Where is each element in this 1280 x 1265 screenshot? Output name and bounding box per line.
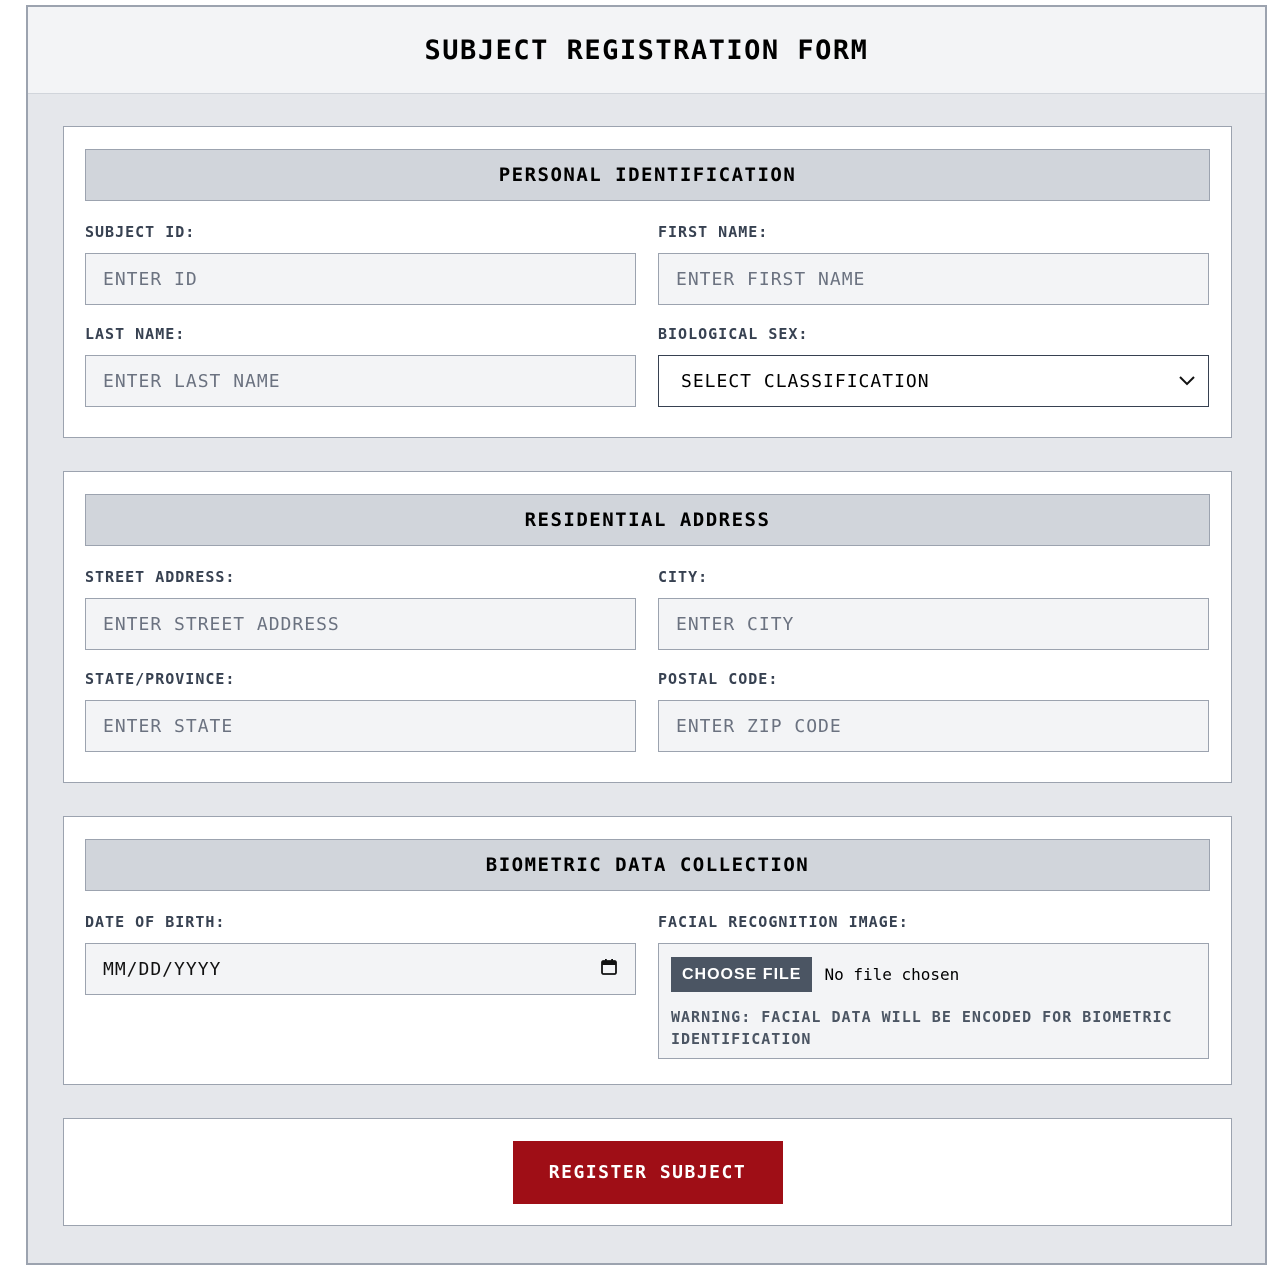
chevron-down-icon	[1178, 371, 1196, 392]
postal-code-field: POSTAL CODE: ENTER ZIP CODE	[658, 670, 1209, 752]
postal-code-input[interactable]: ENTER ZIP CODE	[658, 700, 1209, 752]
section-title: BIOMETRIC DATA COLLECTION	[85, 839, 1210, 891]
submit-section: REGISTER SUBJECT	[63, 1118, 1232, 1226]
section-residential-address: RESIDENTIAL ADDRESS STREET ADDRESS: ENTE…	[63, 471, 1232, 783]
form-header: SUBJECT REGISTRATION FORM	[28, 7, 1265, 94]
field-label: SUBJECT ID:	[85, 223, 196, 241]
section-personal-identification: PERSONAL IDENTIFICATION SUBJECT ID: ENTE…	[63, 126, 1232, 438]
date-of-birth-field: DATE OF BIRTH: MM/DD/YYYY	[85, 913, 636, 1059]
date-placeholder: MM/DD/YYYY	[103, 958, 222, 980]
street-address-field: STREET ADDRESS: ENTER STREET ADDRESS	[85, 568, 636, 650]
field-label: DATE OF BIRTH:	[85, 913, 226, 931]
field-label: BIOLOGICAL SEX:	[658, 325, 809, 343]
facial-image-upload: CHOOSE FILE No file chosen WARNING: FACI…	[658, 943, 1209, 1059]
facial-image-field: FACIAL RECOGNITION IMAGE: CHOOSE FILE No…	[658, 913, 1209, 1059]
registration-form-container: SUBJECT REGISTRATION FORM PERSONAL IDENT…	[26, 5, 1267, 1265]
city-input[interactable]: ENTER CITY	[658, 598, 1209, 650]
last-name-field: LAST NAME: ENTER LAST NAME	[85, 325, 636, 407]
page-title: SUBJECT REGISTRATION FORM	[424, 34, 869, 66]
section-title: PERSONAL IDENTIFICATION	[85, 149, 1210, 201]
field-label: FACIAL RECOGNITION IMAGE:	[658, 913, 909, 931]
last-name-input[interactable]: ENTER LAST NAME	[85, 355, 636, 407]
field-label: CITY:	[658, 568, 709, 586]
biological-sex-select[interactable]: SELECT CLASSIFICATION	[658, 355, 1209, 407]
biological-sex-field: BIOLOGICAL SEX: SELECT CLASSIFICATION	[658, 325, 1209, 407]
field-label: STATE/PROVINCE:	[85, 670, 236, 688]
file-status: No file chosen	[824, 965, 960, 984]
first-name-input[interactable]: ENTER FIRST NAME	[658, 253, 1209, 305]
field-label: FIRST NAME:	[658, 223, 769, 241]
choose-file-button[interactable]: CHOOSE FILE	[671, 957, 813, 992]
section-biometric-data: BIOMETRIC DATA COLLECTION DATE OF BIRTH:…	[63, 816, 1232, 1085]
section-title: RESIDENTIAL ADDRESS	[85, 494, 1210, 546]
field-label: STREET ADDRESS:	[85, 568, 236, 586]
field-label: LAST NAME:	[85, 325, 186, 343]
select-value: SELECT CLASSIFICATION	[681, 370, 930, 392]
street-address-input[interactable]: ENTER STREET ADDRESS	[85, 598, 636, 650]
register-subject-button[interactable]: REGISTER SUBJECT	[512, 1140, 783, 1204]
field-label: POSTAL CODE:	[658, 670, 779, 688]
state-input[interactable]: ENTER STATE	[85, 700, 636, 752]
first-name-field: FIRST NAME: ENTER FIRST NAME	[658, 223, 1209, 305]
state-field: STATE/PROVINCE: ENTER STATE	[85, 670, 636, 752]
date-of-birth-input[interactable]: MM/DD/YYYY	[85, 943, 636, 995]
subject-id-input[interactable]: ENTER ID	[85, 253, 636, 305]
calendar-icon[interactable]	[600, 958, 618, 981]
biometric-warning: WARNING: FACIAL DATA WILL BE ENCODED FOR…	[671, 1008, 1173, 1048]
city-field: CITY: ENTER CITY	[658, 568, 1209, 650]
subject-id-field: SUBJECT ID: ENTER ID	[85, 223, 636, 305]
